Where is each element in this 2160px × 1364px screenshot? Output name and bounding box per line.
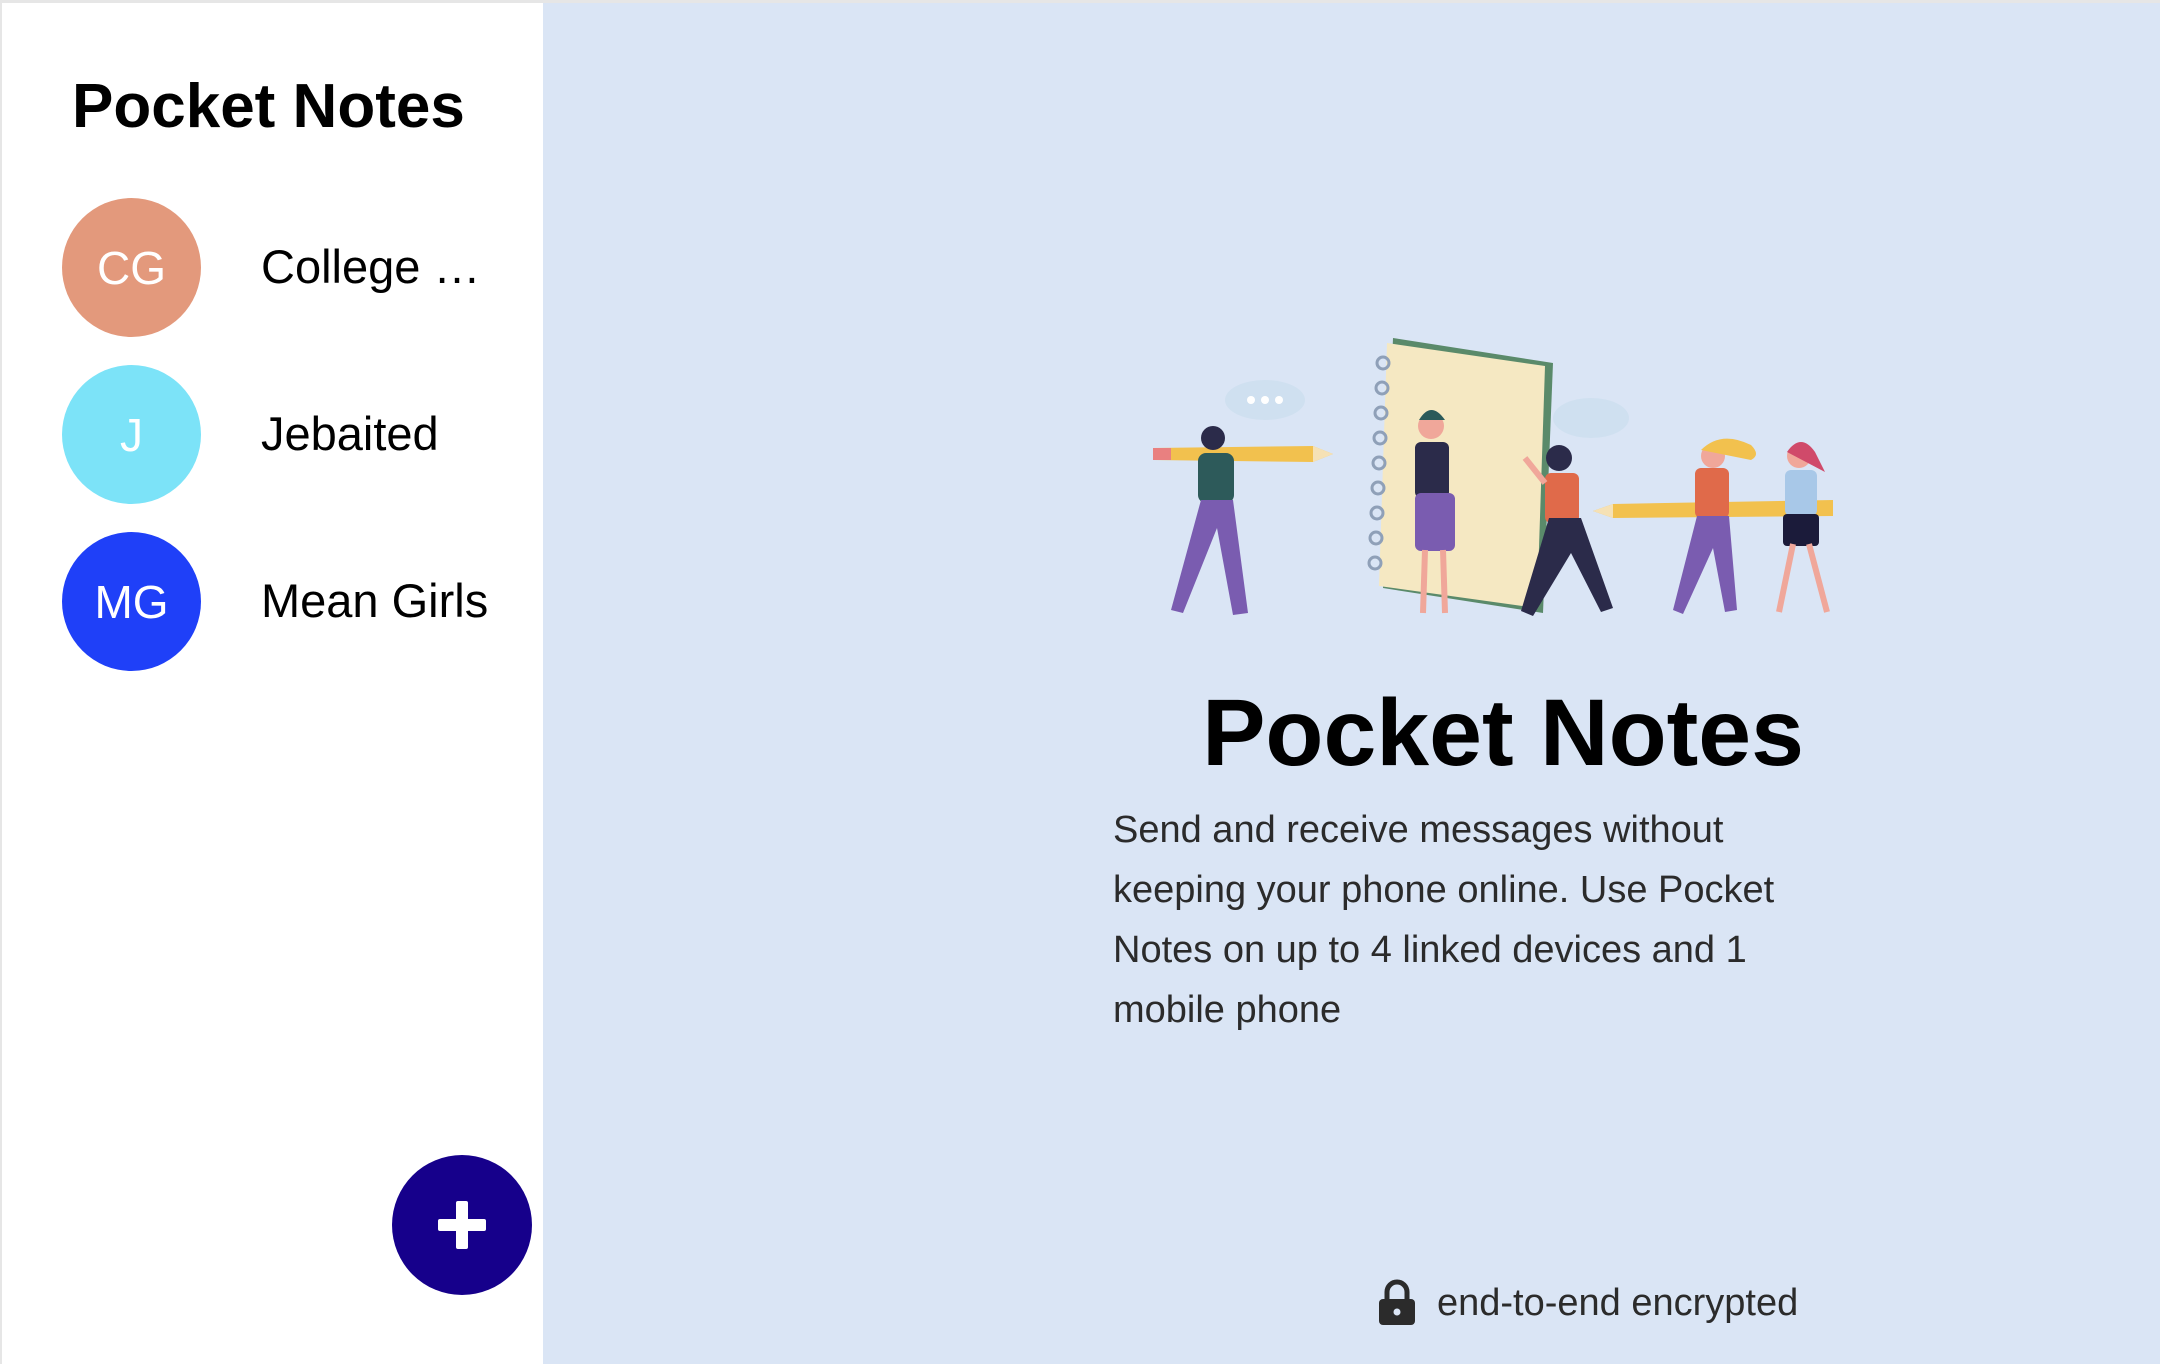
group-avatar: J bbox=[62, 365, 201, 504]
group-name: College … bbox=[261, 240, 481, 293]
app-window: Pocket Notes CG College … J Jebaited MG … bbox=[0, 0, 2160, 1364]
encryption-note: end-to-end encrypted bbox=[1377, 1279, 1798, 1327]
group-avatar: CG bbox=[62, 198, 201, 337]
group-name: Jebaited bbox=[261, 407, 439, 460]
sidebar-title: Pocket Notes bbox=[72, 72, 465, 141]
group-item-mean-girls[interactable]: MG Mean Girls bbox=[2, 529, 543, 696]
group-list: CG College … J Jebaited MG Mean Girls bbox=[2, 195, 543, 696]
main-title-text: Pocket Notes bbox=[1202, 680, 1804, 786]
group-item-jebaited[interactable]: J Jebaited bbox=[2, 362, 543, 529]
encryption-text: end-to-end encrypted bbox=[1437, 1281, 1799, 1324]
group-name: Mean Girls bbox=[261, 574, 489, 627]
add-group-button[interactable] bbox=[392, 1155, 532, 1295]
group-avatar: MG bbox=[62, 532, 201, 671]
sidebar: Pocket Notes CG College … J Jebaited MG … bbox=[0, 3, 543, 1364]
people-with-pencils-and-notebook-illustration bbox=[1153, 338, 1833, 616]
group-item-college[interactable]: CG College … bbox=[2, 195, 543, 362]
main-description: Send and receive messages without keepin… bbox=[1113, 809, 1775, 1031]
main-panel: Pocket Notes Send and receive messages w… bbox=[543, 3, 2160, 1364]
plus-icon bbox=[438, 1201, 486, 1249]
lock-icon bbox=[1379, 1279, 1415, 1325]
